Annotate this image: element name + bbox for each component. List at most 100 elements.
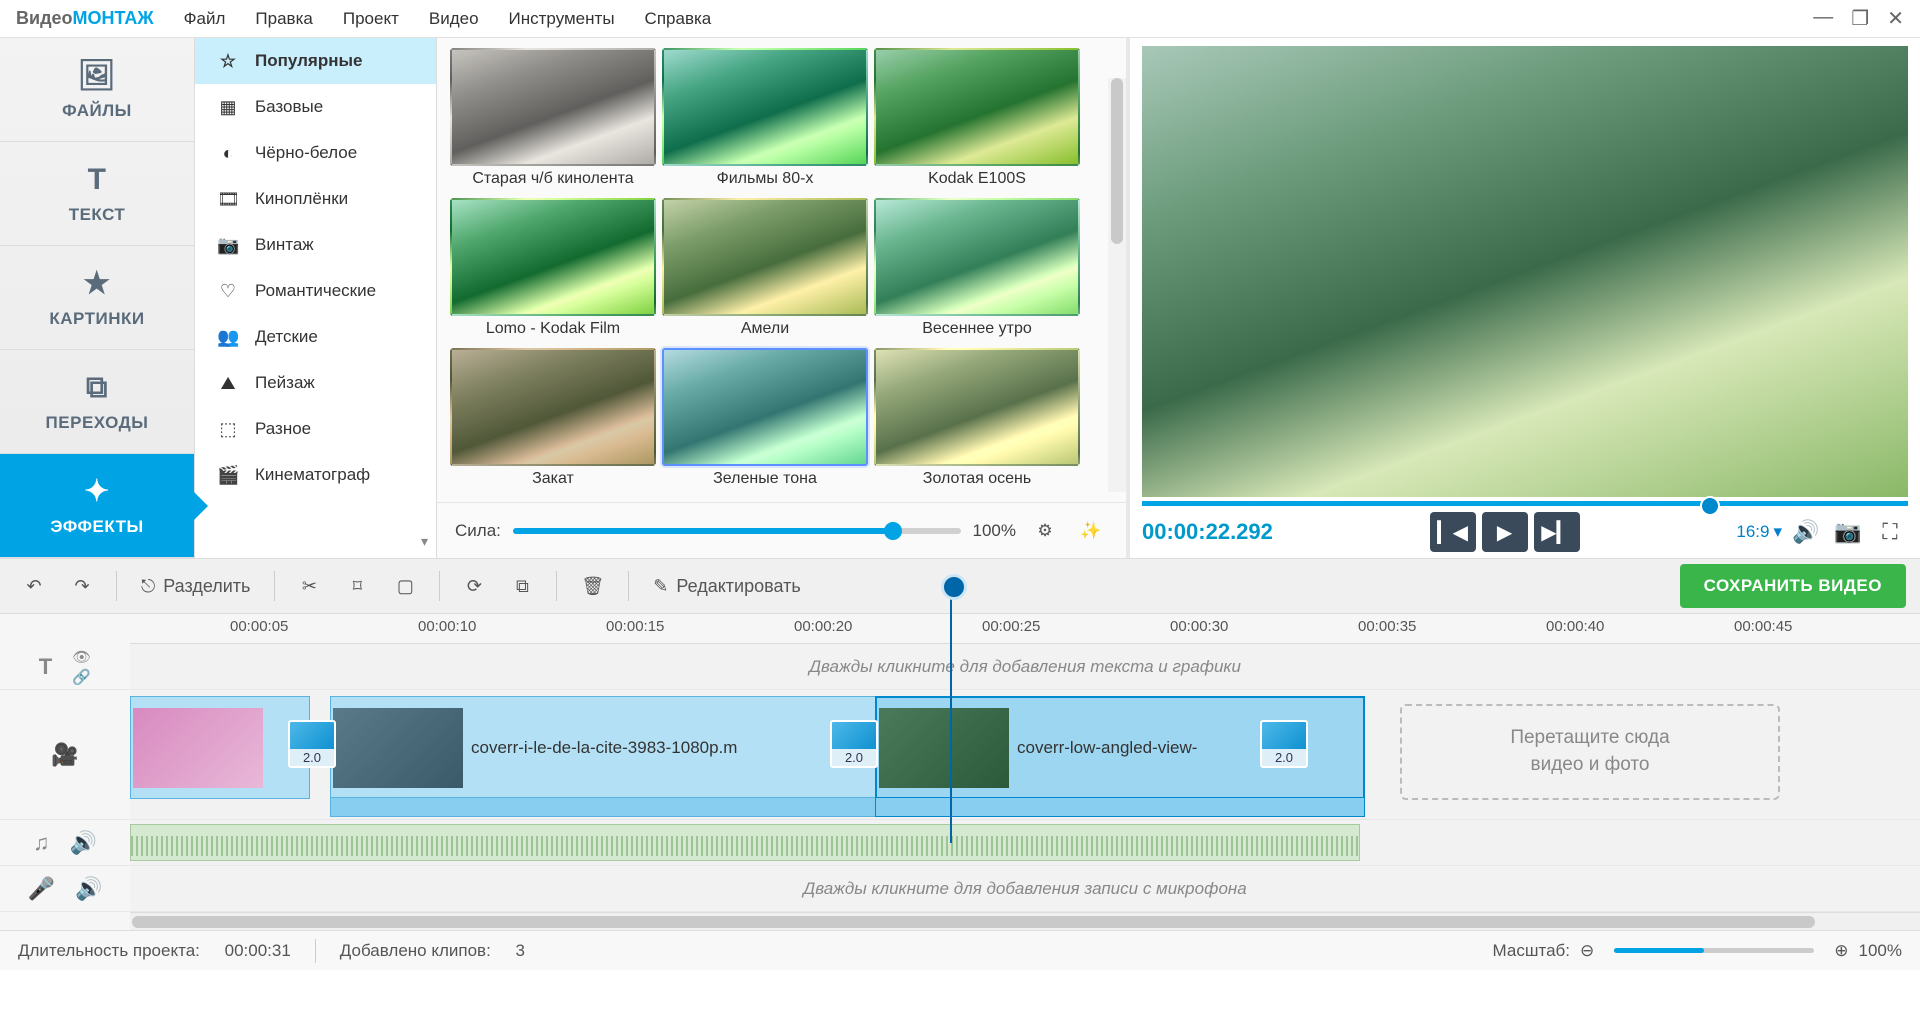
zoom-in-icon[interactable]: ⊕ — [1834, 941, 1848, 961]
save-video-button[interactable]: СОХРАНИТЬ ВИДЕО — [1680, 564, 1906, 608]
tab-files[interactable]: 🖼ФАЙЛЫ — [0, 38, 194, 142]
effects-scrollbar[interactable] — [1108, 78, 1126, 492]
menu-project[interactable]: Проект — [343, 9, 399, 29]
edit-button[interactable]: ✎Редактировать — [643, 566, 810, 606]
chevron-down-icon[interactable]: ▾ — [421, 533, 428, 550]
clips-label: Добавлено клипов: — [340, 941, 491, 961]
aspect-ratio-dropdown[interactable]: 16:9 ▾ — [1736, 522, 1782, 542]
effect-card[interactable]: Золотая осень — [874, 348, 1080, 492]
video-clip-1[interactable] — [130, 696, 310, 799]
side-tabs: 🖼ФАЙЛЫ TТЕКСТ ★КАРТИНКИ ⧉ПЕРЕХОДЫ ✦ЭФФЕК… — [0, 38, 195, 558]
menu-file[interactable]: Файл — [184, 9, 226, 29]
cat-film[interactable]: 🎞Киноплёнки — [195, 176, 436, 222]
timeline-ruler[interactable]: 00:00:0500:00:1000:00:1500:00:2000:00:25… — [130, 614, 1920, 644]
volume-icon[interactable]: 🔊 — [1788, 514, 1824, 550]
effect-bar-1[interactable] — [330, 797, 970, 817]
star-icon: ★ — [83, 266, 110, 301]
rotate-button[interactable]: ⟳ — [454, 566, 494, 606]
crop-button[interactable]: ⌑ — [337, 566, 377, 606]
tab-pictures[interactable]: ★КАРТИНКИ — [0, 246, 194, 350]
image-icon: 🖼 — [78, 58, 117, 93]
close-icon[interactable]: ✕ — [1887, 6, 1904, 31]
effect-card[interactable]: Весеннее утро — [874, 198, 1080, 342]
transition-1[interactable]: 2.0 — [288, 720, 336, 768]
tab-text[interactable]: TТЕКСТ — [0, 142, 194, 246]
wand-apply-icon[interactable]: ✨ — [1074, 514, 1108, 548]
mountain-icon: ⛰ — [217, 373, 239, 394]
link-icon[interactable]: 🔗 — [72, 668, 91, 686]
maximize-icon[interactable]: ❐ — [1851, 6, 1869, 31]
effect-label: Фильмы 80-х — [662, 166, 868, 192]
preview-video[interactable] — [1142, 46, 1908, 497]
effect-bar-2[interactable] — [875, 797, 1365, 817]
eye-icon[interactable]: 👁 — [72, 648, 91, 666]
timeline-scrollbar[interactable] — [130, 912, 1920, 930]
zoom-slider[interactable] — [1614, 948, 1814, 953]
settings-icon[interactable]: ⚙ — [1028, 514, 1062, 548]
play-button[interactable]: ▶ — [1482, 512, 1528, 552]
cat-kids[interactable]: 👥Детские — [195, 314, 436, 360]
fullscreen-icon[interactable]: ⛶ — [1872, 514, 1908, 550]
duplicate-button[interactable]: ⧉ — [502, 566, 542, 606]
ruler-mark: 00:00:10 — [418, 618, 476, 635]
cat-popular[interactable]: ☆Популярные — [195, 38, 436, 84]
next-frame-button[interactable]: ▶▎ — [1534, 512, 1580, 552]
effect-card[interactable]: Lomo - Kodak Film — [450, 198, 656, 342]
cat-vintage[interactable]: 📷Винтаж — [195, 222, 436, 268]
effect-card[interactable]: Закат — [450, 348, 656, 492]
tab-effects[interactable]: ✦ЭФФЕКТЫ — [0, 454, 194, 558]
preview-progress[interactable] — [1142, 501, 1908, 506]
effect-label: Золотая осень — [874, 466, 1080, 492]
main-panels: 🖼ФАЙЛЫ TТЕКСТ ★КАРТИНКИ ⧉ПЕРЕХОДЫ ✦ЭФФЕК… — [0, 38, 1920, 558]
delete-button[interactable]: 🗑 — [571, 566, 614, 606]
video-track-body[interactable]: 2.0 coverr-i-le-de-la-cite-3983-1080p.m … — [130, 690, 1920, 819]
effect-thumb — [662, 348, 868, 466]
effect-card[interactable]: Амели — [662, 198, 868, 342]
minimize-icon[interactable]: — — [1813, 6, 1833, 31]
preview-panel: 00:00:22.292 ▎◀ ▶ ▶▎ 16:9 ▾ 🔊 📷 ⛶ — [1130, 38, 1920, 558]
menu-video[interactable]: Видео — [429, 9, 479, 29]
cat-romantic[interactable]: ♡Романтические — [195, 268, 436, 314]
audio-clip[interactable] — [130, 824, 1360, 861]
cat-cinema[interactable]: 🎬Кинематограф — [195, 452, 436, 498]
mic-track-body[interactable]: Дважды кликните для добавления записи с … — [130, 866, 1920, 911]
cat-misc[interactable]: ⬚Разное — [195, 406, 436, 452]
waveform — [131, 836, 1359, 856]
speaker-icon[interactable]: 🔊 — [70, 830, 97, 856]
cat-bw[interactable]: ◐Чёрно-белое — [195, 130, 436, 176]
prev-frame-button[interactable]: ▎◀ — [1430, 512, 1476, 552]
effect-label: Lomo - Kodak Film — [450, 316, 656, 342]
strength-slider[interactable] — [513, 528, 961, 534]
playhead[interactable] — [950, 584, 952, 843]
redo-button[interactable]: ↷ — [62, 566, 102, 606]
transition-2[interactable]: 2.0 — [830, 720, 878, 768]
cat-landscape[interactable]: ⛰Пейзаж — [195, 360, 436, 406]
speaker-icon[interactable]: 🔊 — [75, 876, 102, 902]
effect-card[interactable]: Фильмы 80-х — [662, 48, 868, 192]
video-dropzone[interactable]: Перетащите сюдавидео и фото — [1400, 704, 1780, 800]
menu-help[interactable]: Справка — [645, 9, 712, 29]
split-button[interactable]: ⎋Разделить — [131, 566, 260, 606]
menu-tools[interactable]: Инструменты — [509, 9, 615, 29]
audio-track-body[interactable] — [130, 820, 1920, 865]
frame-button[interactable]: ▢ — [385, 566, 425, 606]
duration-label: Длительность проекта: — [18, 941, 200, 961]
effect-card[interactable]: Kodak E100S — [874, 48, 1080, 192]
text-track-body[interactable]: Дважды кликните для добавления текста и … — [130, 644, 1920, 689]
ruler-mark: 00:00:05 — [230, 618, 288, 635]
transition-3[interactable]: 2.0 — [1260, 720, 1308, 768]
effect-card[interactable]: Старая ч/б кинолента — [450, 48, 656, 192]
effect-card[interactable]: Зеленые тона — [662, 348, 868, 492]
effect-label: Старая ч/б кинолента — [450, 166, 656, 192]
cat-basic[interactable]: ▦Базовые — [195, 84, 436, 130]
cut-button[interactable]: ✂ — [289, 566, 329, 606]
undo-button[interactable]: ↶ — [14, 566, 54, 606]
zoom-out-icon[interactable]: ⊖ — [1580, 941, 1594, 961]
effect-thumb — [450, 348, 656, 466]
menu-edit[interactable]: Правка — [255, 9, 312, 29]
tab-transitions[interactable]: ⧉ПЕРЕХОДЫ — [0, 350, 194, 454]
ruler-mark: 00:00:30 — [1170, 618, 1228, 635]
preview-controls: 00:00:22.292 ▎◀ ▶ ▶▎ 16:9 ▾ 🔊 📷 ⛶ — [1142, 506, 1908, 558]
zoom-label: Масштаб: — [1493, 941, 1570, 961]
snapshot-icon[interactable]: 📷 — [1830, 514, 1866, 550]
